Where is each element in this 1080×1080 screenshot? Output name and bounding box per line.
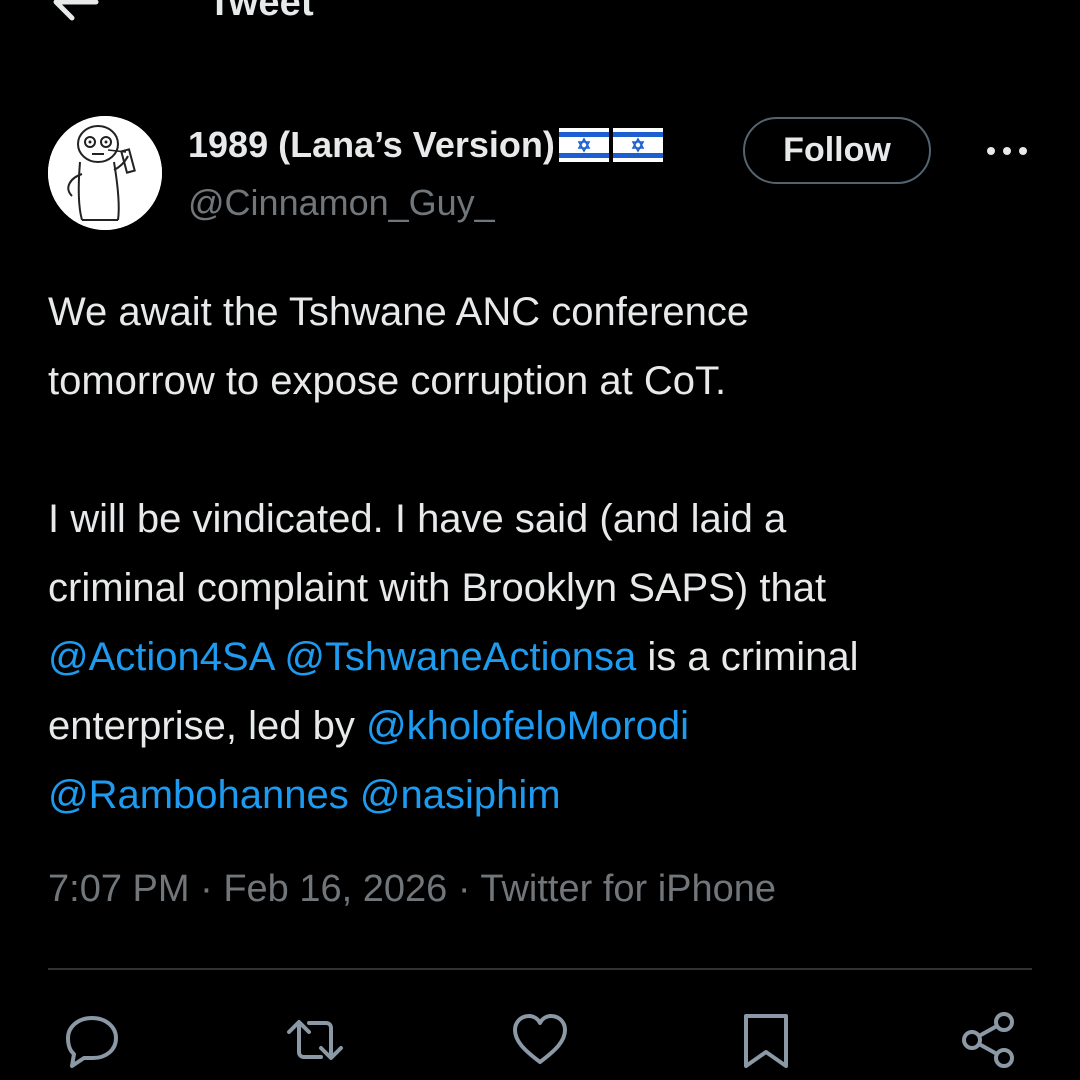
- tweet-line: @Rambohannes @nasiphim: [48, 761, 1048, 830]
- tweet-text-fragment: enterprise, led by: [48, 704, 355, 748]
- display-name-text: 1989 (Lana’s Version): [188, 124, 555, 165]
- meta-separator: ·: [200, 868, 213, 910]
- top-bar: Tweet: [0, 0, 1080, 34]
- bookmark-button[interactable]: [736, 1010, 796, 1070]
- mention-link[interactable]: @TshwaneActionsa: [284, 635, 636, 679]
- mention-link[interactable]: @kholofeloMorodi: [366, 704, 689, 748]
- retweet-button[interactable]: [285, 1010, 345, 1070]
- tweet-source[interactable]: Twitter for iPhone: [480, 868, 776, 910]
- mention-link[interactable]: @nasiphim: [360, 773, 561, 817]
- back-button[interactable]: [50, 0, 100, 22]
- author-display-name[interactable]: 1989 (Lana’s Version): [188, 124, 663, 166]
- tweet-line: enterprise, led by @kholofeloMorodi: [48, 692, 1048, 761]
- tweet-line: criminal complaint with Brooklyn SAPS) t…: [48, 566, 827, 610]
- tweet-line: tomorrow to expose corruption at CoT.: [48, 359, 727, 403]
- like-button[interactable]: [510, 1010, 570, 1070]
- tweet-time[interactable]: 7:07 PM: [48, 868, 190, 910]
- tweet-line: I will be vindicated. I have said (and l…: [48, 497, 787, 541]
- bookmark-icon: [744, 1014, 788, 1068]
- meta-separator: ·: [457, 868, 471, 910]
- arrow-left-icon: [53, 0, 99, 21]
- like-icon: [513, 1014, 567, 1064]
- reply-button[interactable]: [62, 1010, 122, 1070]
- tweet-line: We await the Tshwane ANC conference: [48, 290, 750, 334]
- tweet-text-fragment: is a criminal: [647, 635, 859, 679]
- share-icon: [962, 1012, 1014, 1068]
- share-button[interactable]: [958, 1010, 1018, 1070]
- mention-link[interactable]: @Rambohannes: [48, 773, 349, 817]
- tweet-text: We await the Tshwane ANC conference tomo…: [48, 278, 1048, 830]
- retweet-icon: [287, 1020, 343, 1060]
- reply-icon: [66, 1016, 118, 1068]
- avatar[interactable]: [48, 116, 162, 230]
- mention-link[interactable]: @Action4SA: [48, 635, 273, 679]
- more-options-button[interactable]: [982, 138, 1032, 164]
- more-horizontal-icon: [987, 147, 1027, 155]
- author-handle[interactable]: @Cinnamon_Guy_: [188, 182, 495, 224]
- divider: [48, 968, 1032, 970]
- tweet-date[interactable]: Feb 16, 2026: [223, 868, 447, 910]
- tweet-line: @Action4SA @TshwaneActionsa is a crimina…: [48, 623, 1048, 692]
- follow-button[interactable]: Follow: [743, 117, 931, 184]
- stick-figure-avatar-icon: [48, 116, 162, 230]
- israel-flag-icon: [612, 128, 663, 162]
- tweet-detail-screen: Tweet 1989 (Lana’s Version) @Cinnamon_Gu…: [0, 0, 1080, 1080]
- page-title: Tweet: [208, 0, 314, 24]
- tweet-metadata: 7:07 PM · Feb 16, 2026 · Twitter for iPh…: [48, 868, 776, 911]
- israel-flag-icon: [558, 128, 609, 162]
